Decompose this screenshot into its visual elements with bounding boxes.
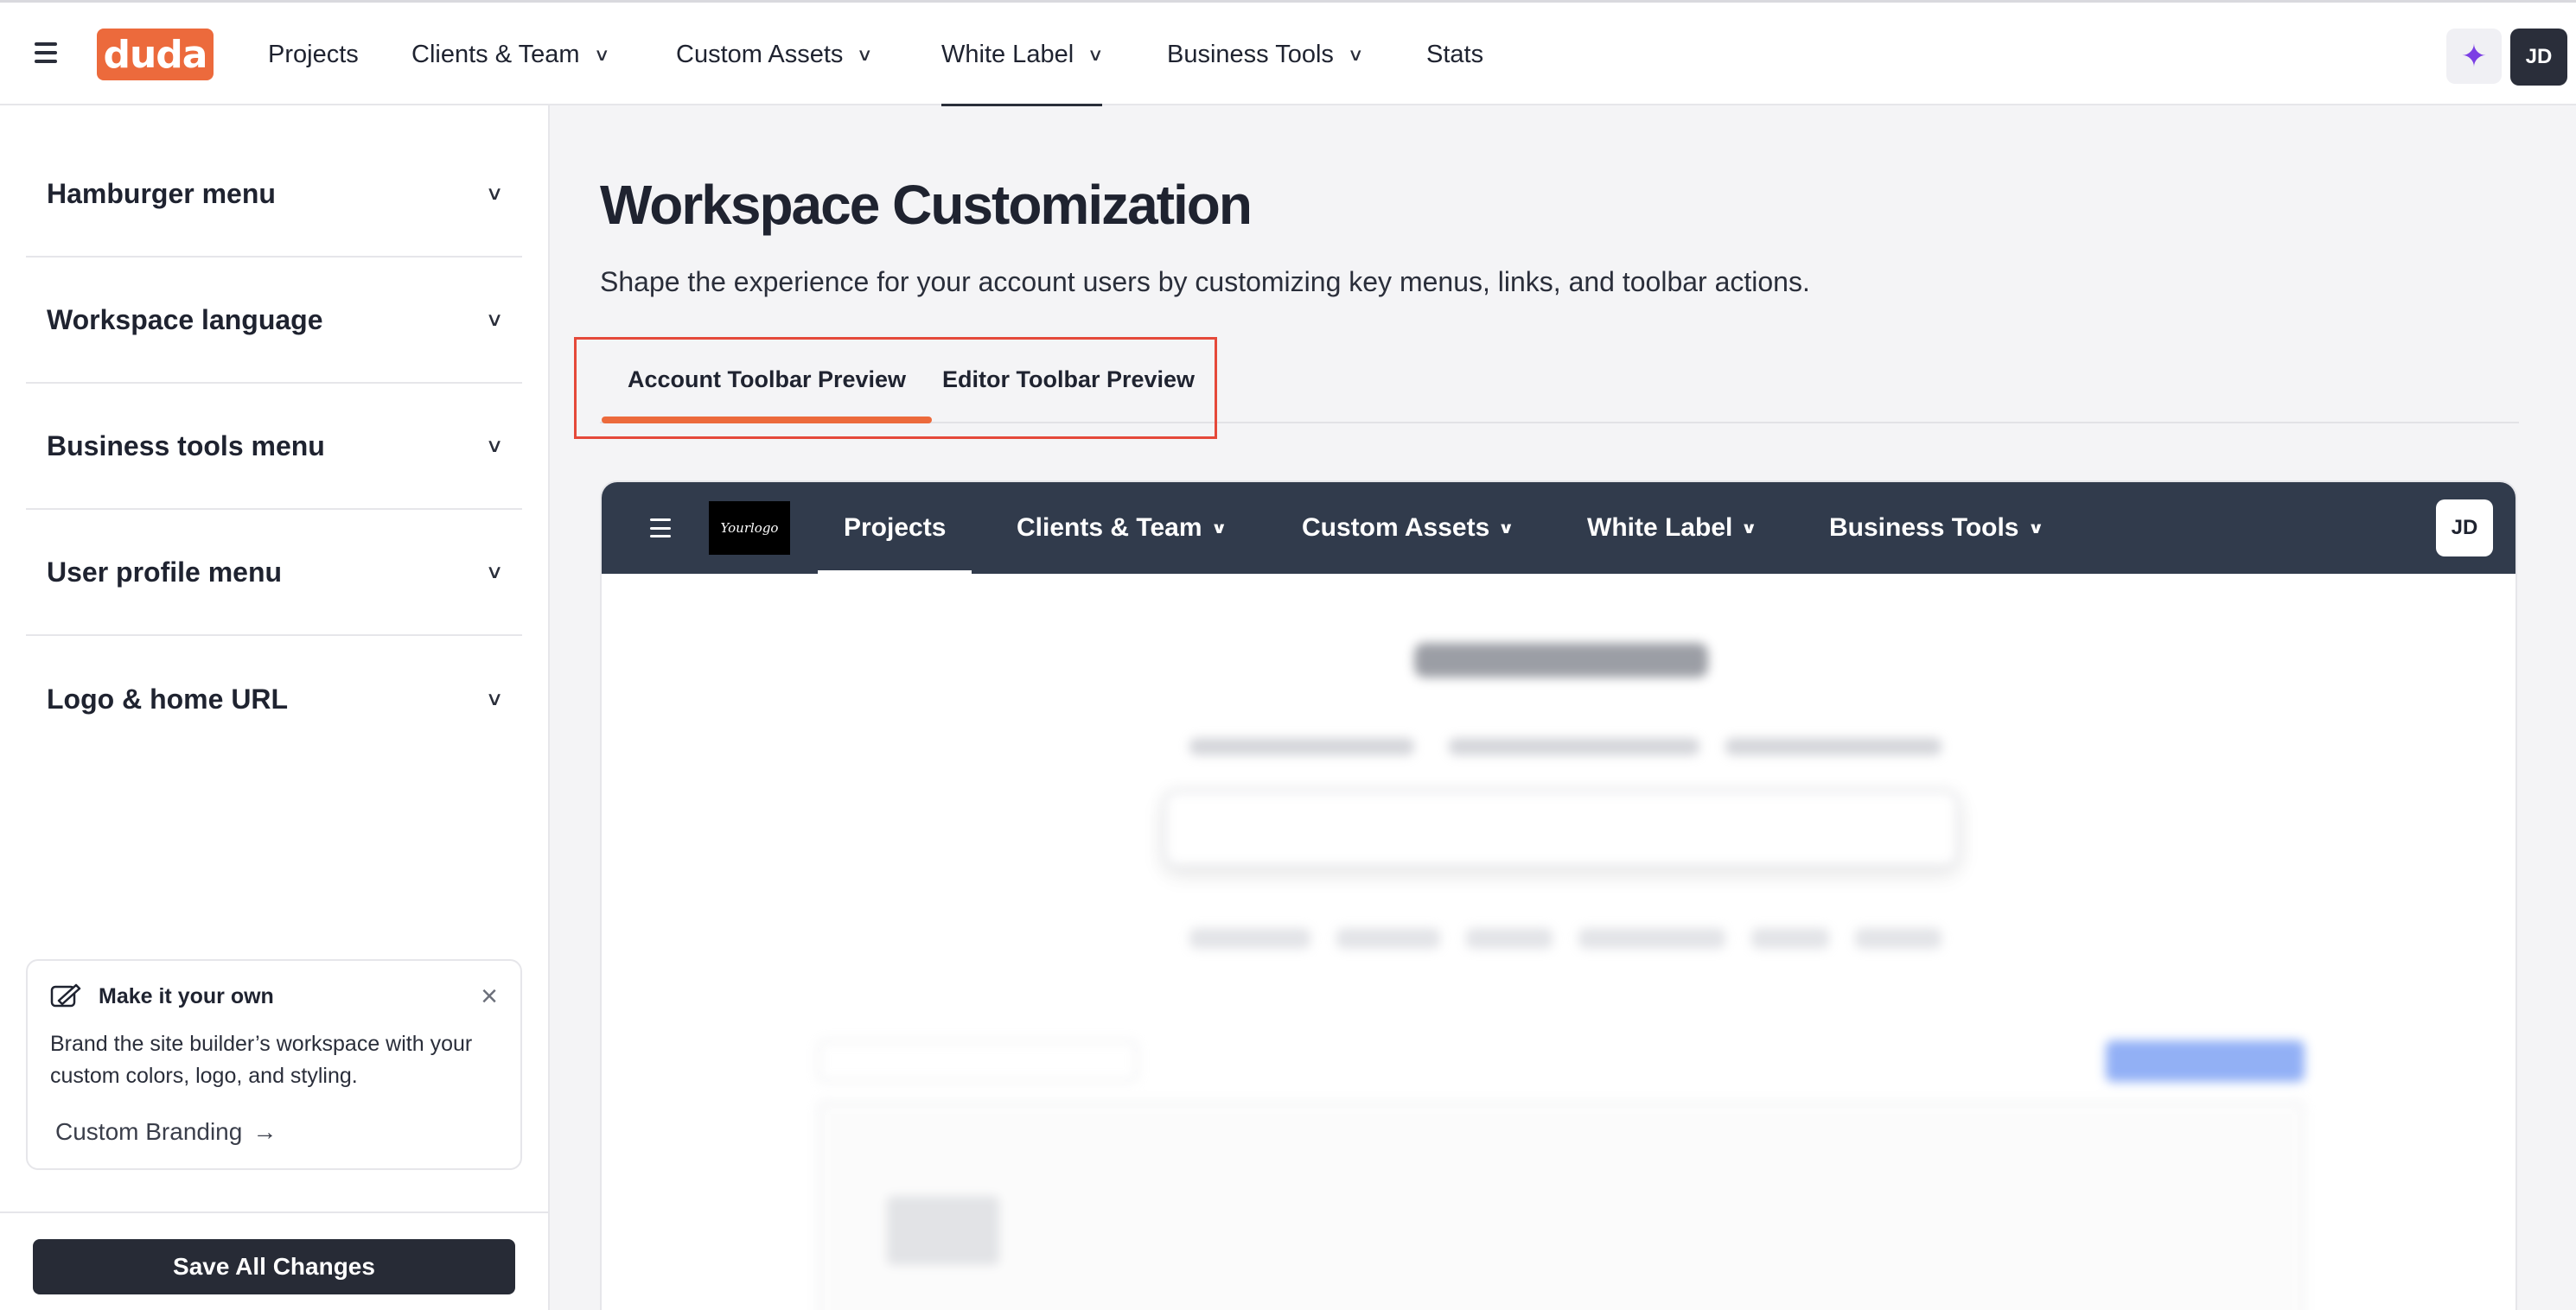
blurred-tag xyxy=(1336,928,1440,949)
preview-nav-business-tools[interactable]: Business Tools ∨ xyxy=(1829,482,2044,574)
nav-label: Custom Assets xyxy=(676,40,844,68)
accordion-user-profile-menu[interactable]: User profile menu ∨ xyxy=(26,510,522,636)
nav-label: Stats xyxy=(1426,40,1484,68)
blurred-chip xyxy=(1725,738,1942,755)
blurred-tag xyxy=(1189,928,1310,949)
ai-sparkle-button[interactable]: ✦ xyxy=(2446,29,2502,84)
nav-custom-assets[interactable]: Custom Assets ∨ xyxy=(676,3,874,106)
preview-logo[interactable]: Yourlogo xyxy=(709,501,790,555)
blurred-heading xyxy=(1414,643,1708,677)
chevron-down-icon: ∨ xyxy=(1498,518,1515,537)
blurred-thumbnail xyxy=(887,1196,999,1265)
chevron-down-icon: ∨ xyxy=(593,45,610,65)
chevron-down-icon: ∨ xyxy=(857,45,874,65)
preview-nav-white-label[interactable]: White Label ∨ xyxy=(1587,482,1758,574)
accordion-business-tools-menu[interactable]: Business tools menu ∨ xyxy=(26,384,522,510)
blurred-input xyxy=(818,1040,1138,1082)
accordion-label: Workspace language xyxy=(47,303,323,335)
nav-label: Projects xyxy=(268,40,359,68)
chevron-down-icon: ∨ xyxy=(2027,518,2044,537)
blurred-search xyxy=(1164,790,1959,868)
promo-title: Make it your own xyxy=(99,983,274,1008)
chevron-down-icon: ∨ xyxy=(485,435,504,456)
chevron-down-icon: ∨ xyxy=(485,561,504,582)
blurred-tag xyxy=(1751,928,1829,949)
duda-logo[interactable]: duda xyxy=(97,29,214,80)
nav-label: Custom Assets xyxy=(1302,513,1490,542)
accordion-workspace-language[interactable]: Workspace language ∨ xyxy=(26,258,522,384)
blurred-tag xyxy=(1466,928,1553,949)
hamburger-menu-icon[interactable] xyxy=(650,518,671,537)
nav-label: Business Tools xyxy=(1829,513,2019,542)
preview-toolbar: Yourlogo Projects Clients & Team ∨ Custo… xyxy=(602,482,2515,574)
save-all-changes-button[interactable]: Save All Changes xyxy=(33,1239,515,1294)
brush-edit-icon xyxy=(50,983,81,1008)
nav-business-tools[interactable]: Business Tools ∨ xyxy=(1167,3,1364,106)
blurred-chip xyxy=(1189,738,1414,755)
toolbar-preview: Yourlogo Projects Clients & Team ∨ Custo… xyxy=(600,480,2517,1310)
promo-card: Make it your own × Brand the site builde… xyxy=(26,959,522,1170)
nav-stats[interactable]: Stats xyxy=(1426,3,1483,106)
nav-label: White Label xyxy=(941,40,1074,68)
chevron-down-icon: ∨ xyxy=(485,688,504,709)
custom-branding-link[interactable]: Custom Branding → xyxy=(55,1118,498,1146)
preview-blurred-content xyxy=(602,574,2515,1310)
accordion-label: Logo & home URL xyxy=(47,683,289,715)
blurred-tag xyxy=(1578,928,1725,949)
nav-projects[interactable]: Projects xyxy=(268,3,359,106)
user-avatar[interactable]: JD xyxy=(2510,29,2567,86)
chevron-down-icon: ∨ xyxy=(485,308,504,330)
page-title: Workspace Customization xyxy=(600,174,1253,236)
link-label: Custom Branding xyxy=(55,1118,243,1145)
accordion-hamburger-menu[interactable]: Hamburger menu ∨ xyxy=(26,131,522,258)
accordion-label: User profile menu xyxy=(47,556,283,588)
nav-label: Clients & Team xyxy=(1017,513,1202,542)
promo-header: Make it your own xyxy=(50,983,498,1009)
hamburger-menu-icon[interactable] xyxy=(35,42,57,63)
nav-white-label[interactable]: White Label ∨ xyxy=(941,3,1104,106)
nav-label: Business Tools xyxy=(1167,40,1334,68)
chevron-down-icon: ∨ xyxy=(1347,45,1364,65)
blurred-button xyxy=(2106,1040,2305,1082)
accordion-label: Business tools menu xyxy=(47,429,325,461)
tabs-highlight-box xyxy=(574,337,1217,439)
preview-user-avatar[interactable]: JD xyxy=(2436,499,2493,556)
arrow-right-icon: → xyxy=(252,1118,277,1145)
chevron-down-icon: ∨ xyxy=(1741,518,1758,537)
sparkle-icon: ✦ xyxy=(2460,38,2488,73)
blurred-tag xyxy=(1855,928,1942,949)
nav-label: Clients & Team xyxy=(411,40,580,68)
accordion-logo-home-url[interactable]: Logo & home URL ∨ xyxy=(26,636,522,762)
nav-label: Projects xyxy=(844,513,947,542)
divider xyxy=(0,1211,550,1213)
chevron-down-icon: ∨ xyxy=(485,182,504,204)
preview-nav-clients-team[interactable]: Clients & Team ∨ xyxy=(1017,482,1227,574)
blurred-chip xyxy=(1449,738,1699,755)
preview-nav-projects[interactable]: Projects xyxy=(817,482,972,574)
accordion-label: Hamburger menu xyxy=(47,177,276,209)
nav-label: White Label xyxy=(1587,513,1733,542)
close-icon[interactable]: × xyxy=(481,982,498,1011)
top-navigation: duda Projects Clients & Team ∨ Custom As… xyxy=(0,0,2576,106)
chevron-down-icon: ∨ xyxy=(1210,518,1227,537)
preview-nav-custom-assets[interactable]: Custom Assets ∨ xyxy=(1302,482,1515,574)
blurred-table xyxy=(818,1101,2305,1310)
sidebar: Hamburger menu ∨ Workspace language ∨ Bu… xyxy=(0,105,550,1310)
promo-body: Brand the site builder’s workspace with … xyxy=(50,1032,473,1088)
page-subtitle: Shape the experience for your account us… xyxy=(600,266,1810,297)
chevron-down-icon: ∨ xyxy=(1087,45,1104,65)
nav-clients-team[interactable]: Clients & Team ∨ xyxy=(411,3,610,106)
